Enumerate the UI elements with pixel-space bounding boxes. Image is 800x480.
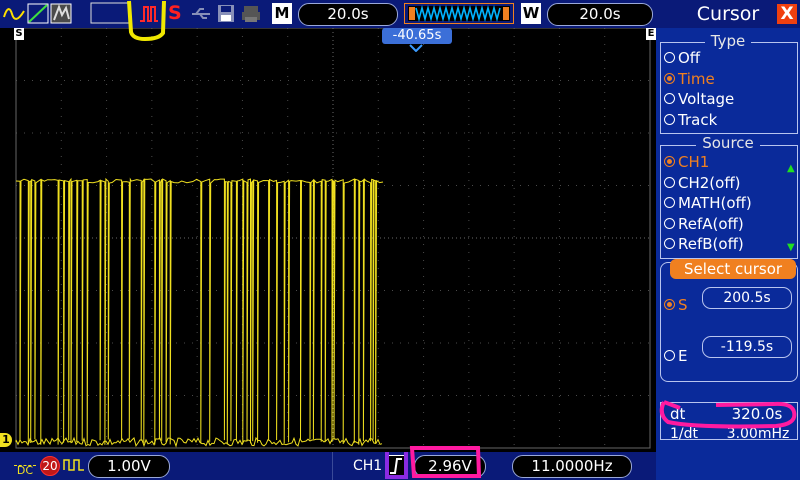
radio-icon — [664, 93, 675, 104]
radio-icon — [664, 238, 675, 249]
radio-selected-icon — [664, 156, 675, 167]
cursor-e-marker: E — [646, 28, 656, 40]
ramp-icon[interactable] — [27, 3, 49, 24]
cursor-e-value[interactable]: -119.5s — [702, 336, 792, 358]
usb-icon — [192, 8, 210, 19]
mode-indicator: M — [272, 3, 292, 24]
trigger-source-label: CH1 — [353, 458, 383, 474]
coupling-indicator[interactable]: DC — [14, 456, 36, 476]
frequency-counter-display: 11.0000Hz — [512, 455, 632, 478]
waveform-display[interactable] — [0, 28, 656, 452]
invert-icon[interactable] — [63, 458, 85, 472]
close-button[interactable]: X — [777, 4, 797, 24]
save-icon[interactable] — [216, 3, 236, 24]
source-option-math-off[interactable]: MATH(off) — [664, 193, 752, 213]
scroll-up-icon[interactable]: ▲ — [787, 163, 795, 174]
source-option-ch1[interactable]: CH1 — [664, 152, 709, 172]
top-toolbar: S M 20.0s W 20.0s — [0, 0, 656, 28]
select-cursor-title[interactable]: Select cursor — [670, 259, 796, 279]
radio-icon — [664, 176, 675, 188]
type-option-track[interactable]: Track — [664, 110, 717, 130]
source-option-ch2-off[interactable]: CH2(off) — [664, 173, 741, 193]
trigger-position-readout[interactable]: -40.65s — [382, 28, 452, 44]
radio-selected-icon — [664, 299, 675, 310]
oscilloscope-screen: S M 20.0s W 20.0s -40.65s S E 1 Cursor X… — [0, 0, 800, 480]
status-divider — [332, 452, 333, 480]
window-timebase-display[interactable]: 20.0s — [547, 3, 653, 26]
volts-per-div-display[interactable]: 1.00V — [88, 455, 170, 478]
type-group-title: Type — [704, 32, 752, 50]
bottom-status-bar: DC 20 1.00V CH1 2.96V 11.0000Hz — [0, 452, 656, 480]
cursor-s-value[interactable]: 200.5s — [702, 287, 792, 309]
annotation-magenta-dt — [659, 400, 797, 429]
trigger-position-arrow-icon — [409, 44, 423, 52]
source-group-title: Source — [696, 134, 760, 152]
source-option-refb-off[interactable]: RefB(off) — [664, 234, 744, 254]
cursor-s-option[interactable]: S — [664, 295, 688, 315]
radio-icon — [664, 197, 675, 208]
waveform-icon[interactable] — [3, 3, 25, 24]
radio-icon — [664, 350, 675, 361]
source-option-refa-off[interactable]: RefA(off) — [664, 214, 744, 234]
radio-selected-icon — [664, 72, 675, 84]
bandwidth-limit-indicator[interactable]: 20 — [40, 456, 60, 476]
printer-icon[interactable] — [241, 3, 261, 24]
timebase-display[interactable]: 20.0s — [298, 3, 398, 26]
cursor-e-option[interactable]: E — [664, 346, 687, 366]
annotation-trigger-highlight — [385, 446, 482, 479]
radio-icon — [664, 113, 675, 125]
annotation-yellow-highlight — [127, 0, 166, 42]
type-option-voltage[interactable]: Voltage — [664, 89, 734, 109]
memory-position-bar[interactable] — [404, 3, 514, 24]
type-option-time[interactable]: Time — [664, 69, 715, 89]
radio-icon — [664, 52, 675, 63]
scroll-down-icon[interactable]: ▼ — [787, 242, 795, 253]
radio-icon — [664, 217, 675, 229]
cursor-s-marker: S — [14, 28, 24, 40]
window-indicator: W — [521, 3, 541, 24]
persist-icon[interactable] — [50, 3, 72, 24]
type-option-off[interactable]: Off — [664, 48, 700, 68]
